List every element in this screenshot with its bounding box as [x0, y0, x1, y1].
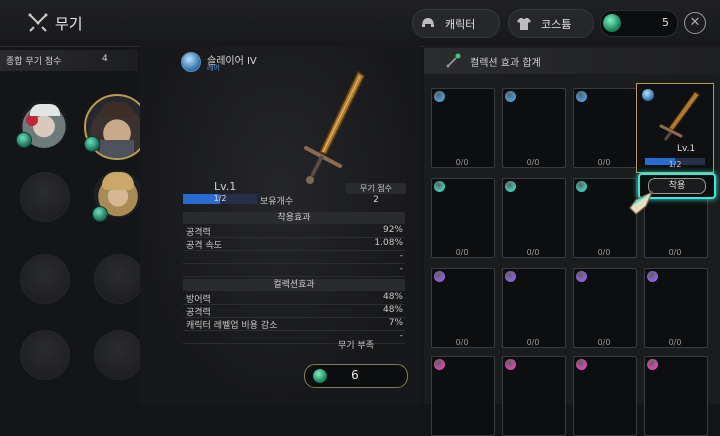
collection-count: 0/0 — [455, 248, 469, 257]
collection-card[interactable] — [573, 356, 637, 436]
weapon-rarity: 레어 — [207, 64, 220, 72]
green-gem-icon — [603, 14, 621, 32]
level-progress-bar: 1/2 — [183, 194, 257, 204]
helmet-icon — [422, 17, 434, 27]
collection-title: 컬렉션 효과 합계 — [470, 58, 541, 69]
character-portrait-locked[interactable] — [94, 330, 144, 380]
total-weapon-score: 종합 무기 점수 4 — [0, 50, 138, 71]
character-portrait-locked[interactable] — [94, 254, 144, 304]
character-button[interactable]: 캐릭터 — [412, 9, 500, 38]
collection-count: 0/0 — [597, 338, 611, 347]
rarity-orb-icon — [434, 359, 445, 370]
rarity-orb-icon — [434, 271, 445, 282]
sword-icon — [659, 91, 700, 141]
collection-card[interactable] — [431, 268, 495, 348]
level-progress-text: 1/2 — [213, 194, 227, 203]
page-title: 무기 — [55, 15, 83, 33]
rarity-orb-icon — [505, 91, 516, 102]
pointer-hand-icon — [629, 190, 654, 215]
sword-icon — [304, 70, 365, 184]
costume-button[interactable]: 코스튬 — [508, 9, 594, 38]
collection-effect-header: 컬렉션효과 — [183, 279, 405, 291]
equip-effect-header: 착용효과 — [183, 212, 405, 224]
equip-effect-value: 1.08% — [374, 238, 403, 248]
character-portrait-locked[interactable] — [20, 254, 70, 304]
collection-card[interactable] — [502, 88, 566, 168]
character-portrait-locked[interactable] — [20, 330, 70, 380]
collection-card[interactable] — [431, 178, 495, 258]
collection-card[interactable] — [573, 88, 637, 168]
collection-card[interactable] — [502, 268, 566, 348]
total-score-label: 종합 무기 점수 — [6, 57, 62, 67]
hair — [102, 172, 134, 190]
collection-count: 0/0 — [668, 338, 682, 347]
rarity-orb-icon — [647, 359, 658, 370]
collection-count: 0/0 — [597, 158, 611, 167]
shortage-label: 무기 부족 — [338, 341, 374, 351]
featured-weapon-card[interactable]: Lv.1 1/2 — [636, 83, 714, 173]
weapon-level: Lv.1 — [214, 180, 237, 193]
hair — [100, 102, 134, 118]
gem-badge-icon — [92, 206, 108, 222]
collection-card[interactable] — [644, 356, 708, 436]
weapon-shortage-counter: 6 — [304, 364, 408, 388]
collection-count: 0/0 — [526, 248, 540, 257]
armor — [100, 140, 134, 158]
sword-add-icon — [446, 53, 461, 68]
collection-count: 0/0 — [526, 338, 540, 347]
collection-effect-value: 48% — [382, 292, 403, 302]
featured-progress-text: 1/2 — [668, 160, 682, 169]
collection-card[interactable] — [502, 178, 566, 258]
collection-card[interactable] — [502, 356, 566, 436]
rarity-orb-icon — [576, 181, 587, 192]
collection-count: 0/0 — [455, 338, 469, 347]
row-divider — [183, 276, 405, 277]
collection-count: 0/0 — [455, 158, 469, 167]
rarity-orb-icon — [576, 359, 587, 370]
collection-card[interactable] — [431, 356, 495, 436]
currency-counter: 5 — [600, 10, 678, 37]
total-score-value: 4 — [102, 54, 108, 64]
currency-count: 5 — [662, 16, 669, 29]
close-icon[interactable]: ✕ — [684, 12, 706, 34]
collection-card[interactable] — [644, 268, 708, 348]
character-portrait-locked[interactable] — [20, 172, 70, 222]
weapon-score-label: 무기 점수 — [346, 183, 406, 194]
rarity-orb-icon — [576, 91, 587, 102]
shirt-icon — [517, 17, 531, 30]
collection-effect-value: 48% — [382, 305, 403, 315]
collection-header: 컬렉션 효과 합계 — [424, 48, 720, 74]
rarity-orb-icon — [505, 271, 516, 282]
rarity-orb-icon — [576, 271, 587, 282]
rarity-orb-icon — [434, 91, 445, 102]
equip-effect-value: - — [399, 264, 403, 274]
owned-count-label: 보유개수 — [260, 197, 294, 207]
featured-level: Lv.1 — [677, 144, 696, 154]
gem-badge-icon — [16, 132, 32, 148]
rarity-orb-icon — [505, 181, 516, 192]
rarity-orb-icon — [434, 181, 445, 192]
equip-button-label: 착용 — [648, 178, 706, 194]
collection-effect-value: 7% — [388, 318, 403, 328]
collection-card[interactable] — [431, 88, 495, 168]
costume-button-label: 코스튬 — [541, 17, 572, 31]
collection-card[interactable] — [573, 268, 637, 348]
collection-count: 0/0 — [668, 248, 682, 257]
hair — [30, 104, 60, 116]
collection-count: 0/0 — [526, 158, 540, 167]
weapon-score-value: 2 — [373, 195, 379, 205]
rarity-orb-icon — [505, 359, 516, 370]
collection-count: 0/0 — [597, 248, 611, 257]
gem-badge-icon — [84, 136, 100, 152]
equip-effect-value: - — [399, 251, 403, 261]
equip-effect-value: 92% — [382, 225, 403, 235]
rarity-orb-icon — [647, 271, 658, 282]
crossed-swords-icon — [28, 13, 48, 32]
rarity-orb-icon — [181, 52, 201, 72]
character-button-label: 캐릭터 — [445, 17, 476, 31]
rarity-orb-icon — [642, 89, 654, 101]
shortage-value: 6 — [351, 368, 359, 382]
